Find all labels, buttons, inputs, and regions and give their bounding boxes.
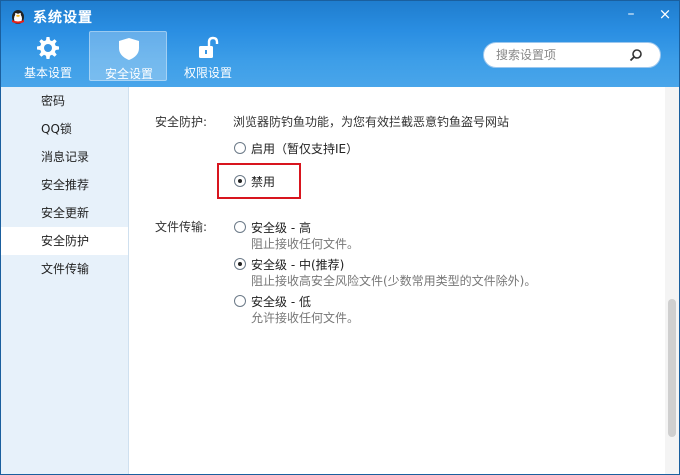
search-input[interactable] (496, 47, 626, 63)
content-area: 密码 QQ锁 消息记录 安全推荐 安全更新 安全防护 文件传输 安全防护: 浏览… (1, 87, 679, 474)
sidebar-item-qq-lock[interactable]: QQ锁 (1, 115, 128, 143)
security-protection-description: 浏览器防钓鱼功能，为您有效拦截恶意钓鱼盗号网站 (233, 115, 510, 129)
option-level-low-desc: 允许接收任何文件。 (251, 311, 360, 325)
window-title: 系统设置 (33, 10, 93, 26)
radio-disable[interactable] (234, 175, 246, 187)
tab-label: 安全设置 (104, 67, 153, 81)
scrollbar-thumb[interactable] (668, 299, 676, 437)
option-enable-label[interactable]: 启用（暂仅支持IE） (251, 140, 358, 157)
tab-permission-settings[interactable]: 权限设置 (169, 31, 247, 81)
sidebar-item-password[interactable]: 密码 (1, 87, 128, 115)
settings-panel: 安全防护: 浏览器防钓鱼功能，为您有效拦截恶意钓鱼盗号网站 启用（暂仅支持IE）… (129, 87, 665, 474)
minimize-button[interactable]: – (621, 5, 641, 23)
sidebar: 密码 QQ锁 消息记录 安全推荐 安全更新 安全防护 文件传输 (1, 87, 129, 474)
option-level-high-label[interactable]: 安全级 - 高 (251, 219, 311, 236)
close-button[interactable]: × (655, 5, 675, 23)
sidebar-item-security-protection[interactable]: 安全防护 (1, 227, 128, 255)
settings-window: 系统设置 – × 基本设置 安全设置 权限设置 搜索设置项 密码 QQ锁 消息记… (0, 0, 680, 475)
qq-penguin-icon (12, 10, 24, 24)
sidebar-item-message-history[interactable]: 消息记录 (1, 143, 128, 171)
search-box[interactable] (483, 42, 661, 68)
tab-basic-settings[interactable]: 基本设置 (9, 31, 87, 81)
option-disable-label[interactable]: 禁用 (251, 173, 275, 190)
sidebar-item-security-recommend[interactable]: 安全推荐 (1, 171, 128, 199)
shield-icon (119, 38, 139, 60)
option-level-medium-desc: 阻止接收高安全风险文件(少数常用类型的文件除外)。 (251, 274, 537, 288)
tab-security-settings[interactable]: 安全设置 (89, 31, 167, 81)
toolbar: 基本设置 安全设置 权限设置 (1, 31, 679, 87)
vertical-scrollbar[interactable] (665, 87, 679, 474)
tab-label: 权限设置 (183, 66, 232, 80)
security-protection-label: 安全防护: (155, 115, 208, 129)
title-bar[interactable]: 系统设置 – × (1, 1, 679, 31)
gear-icon (37, 37, 59, 59)
radio-level-high[interactable] (234, 221, 246, 233)
search-icon[interactable] (629, 48, 643, 62)
file-transfer-label: 文件传输: (155, 220, 208, 234)
sidebar-item-security-update[interactable]: 安全更新 (1, 199, 128, 227)
option-level-medium-label[interactable]: 安全级 - 中(推荐) (251, 256, 344, 273)
unlock-icon (199, 36, 219, 58)
radio-level-medium[interactable] (234, 258, 246, 270)
option-level-high-desc: 阻止接收任何文件。 (251, 237, 360, 251)
option-level-low-label[interactable]: 安全级 - 低 (251, 293, 311, 310)
radio-enable[interactable] (234, 142, 246, 154)
tab-label: 基本设置 (23, 66, 72, 80)
radio-level-low[interactable] (234, 295, 246, 307)
sidebar-item-file-transfer[interactable]: 文件传输 (1, 255, 128, 283)
